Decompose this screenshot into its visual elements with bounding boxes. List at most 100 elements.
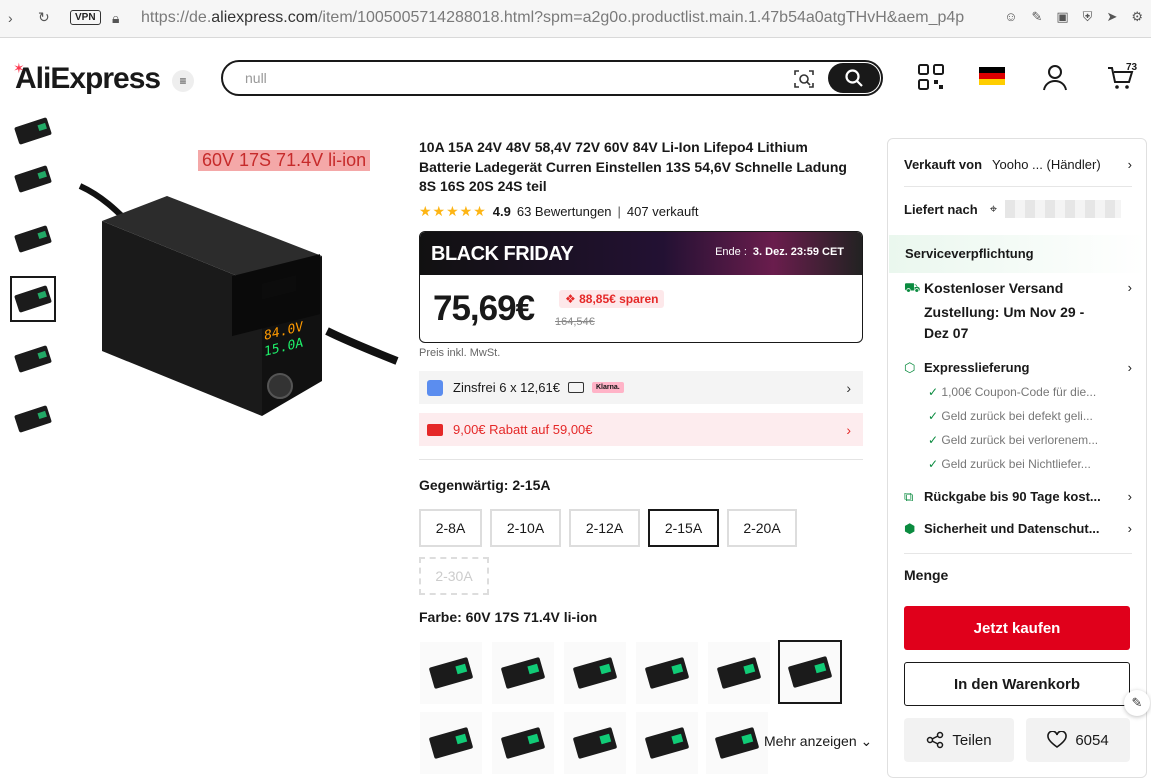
benefit-item: ✓ Geld zurück bei Nichtliefer... xyxy=(928,457,1151,471)
url-path: /item/1005005714288018.html?spm=a2g0o.pr… xyxy=(317,9,965,26)
delivery-estimate: Zustellung: Um Nov 29 - Dez 07 xyxy=(924,304,1085,341)
logo-text: AliExpress xyxy=(15,62,161,95)
divider xyxy=(904,553,1132,554)
color-option[interactable] xyxy=(492,712,554,774)
benefit-text: 1,00€ Coupon-Code für die... xyxy=(941,385,1097,399)
add-to-cart-button[interactable]: In den Warenkorb xyxy=(904,662,1130,706)
discount-text: 9,00€ Rabatt auf 59,00€ xyxy=(453,422,593,437)
chevron-right-icon: › xyxy=(1127,360,1132,375)
address-bar[interactable]: https://de.aliexpress.com/item/100500571… xyxy=(141,9,971,27)
url-domain: aliexpress.com xyxy=(211,9,318,26)
url-prefix: https://de. xyxy=(141,9,212,26)
truck-icon: ⛟ xyxy=(904,280,921,295)
product-main-image[interactable]: 84.0V 15.0A xyxy=(72,136,402,436)
klarna-logo: Klarna. xyxy=(591,382,624,393)
review-count[interactable]: 63 Bewertungen xyxy=(517,204,612,219)
card-icon xyxy=(567,382,584,393)
original-price: 164,54€ xyxy=(555,316,595,328)
ship-to-row[interactable]: Liefert nach ⌖ xyxy=(904,200,1132,218)
check-icon: ✓ xyxy=(928,409,939,423)
settings-icon[interactable]: ⚙ xyxy=(1131,9,1143,25)
size-option[interactable]: 2-20A xyxy=(727,509,797,547)
seller-row[interactable]: Verkauft von Yooho ... (Händler) › xyxy=(904,157,1132,172)
return-box-icon: ⧉ xyxy=(904,489,914,504)
address-redacted xyxy=(1005,200,1122,218)
thumbnail[interactable] xyxy=(10,117,56,145)
express-shield-icon: ⬡ xyxy=(904,360,916,375)
color-label: Farbe: 60V 17S 71.4V li-ion xyxy=(419,609,598,625)
check-icon: ✓ xyxy=(928,457,939,471)
chevron-right-icon: › xyxy=(1127,489,1132,504)
image-variant-tag: 60V 17S 71.4V li-ion xyxy=(198,150,371,171)
search-input[interactable] xyxy=(245,70,765,86)
menu-icon[interactable]: ≡ xyxy=(172,70,194,92)
color-option[interactable] xyxy=(706,712,768,774)
divider xyxy=(419,459,863,460)
chevron-down-icon: ⌄ xyxy=(860,733,873,749)
send-icon[interactable]: ➤ xyxy=(1106,9,1117,25)
emoji-icon[interactable]: ☺ xyxy=(1004,9,1017,25)
pencil-icon[interactable]: ✎ xyxy=(1124,690,1150,716)
share-label: Teilen xyxy=(952,731,992,749)
thumbnail-selected[interactable] xyxy=(10,276,56,322)
location-pin-icon: ⌖ xyxy=(989,201,998,216)
vpn-badge[interactable]: VPN xyxy=(70,10,101,25)
germany-flag-icon[interactable] xyxy=(979,67,1005,85)
size-option[interactable]: 2-12A xyxy=(569,509,640,547)
thumbnail[interactable] xyxy=(10,396,56,442)
color-option[interactable] xyxy=(564,642,626,704)
deal-timer: Ende : 3. Dez. 23:59 CET xyxy=(715,246,844,258)
aliexpress-logo[interactable]: ✶ AliExpress xyxy=(13,60,161,96)
color-option[interactable] xyxy=(564,712,626,774)
edit-icon[interactable]: ✎ xyxy=(1031,9,1042,25)
tax-note: Preis inkl. MwSt. xyxy=(419,347,501,359)
chevron-right-icon: › xyxy=(1127,521,1132,536)
deal-header: BLACK FRIDAY Ende : 3. Dez. 23:59 CET xyxy=(420,232,862,275)
size-option[interactable]: 2-8A xyxy=(419,509,482,547)
product-info: 10A 15A 24V 48V 58,4V 72V 60V 84V Li-Ion… xyxy=(419,138,863,220)
thumbnail[interactable] xyxy=(10,336,56,382)
chevron-right-icon: › xyxy=(1127,280,1132,295)
buy-now-button[interactable]: Jetzt kaufen xyxy=(904,606,1130,650)
product-thumbnails xyxy=(10,117,60,456)
site-header: ✶AliExpress ≡ 73 xyxy=(0,38,1151,120)
reload-icon[interactable]: ↻ xyxy=(38,9,50,26)
logo-star-icon: ✶ xyxy=(13,60,25,76)
forward-icon[interactable]: › xyxy=(8,10,13,26)
color-option[interactable] xyxy=(636,642,698,704)
rating-score: 4.9 xyxy=(492,203,511,219)
color-option[interactable] xyxy=(492,642,554,704)
chevron-right-icon: › xyxy=(846,421,851,438)
size-option-disabled[interactable]: 2-30A xyxy=(419,557,489,595)
color-option[interactable] xyxy=(420,642,482,704)
service-title: Serviceverpflichtung xyxy=(905,246,1034,261)
image-search-icon[interactable] xyxy=(793,68,815,90)
calendar-icon xyxy=(427,379,443,396)
size-option[interactable]: 2-10A xyxy=(490,509,561,547)
color-option-selected[interactable] xyxy=(778,640,842,704)
qr-code-icon[interactable] xyxy=(916,62,946,92)
share-button[interactable]: Teilen xyxy=(904,718,1014,762)
benefit-text: Geld zurück bei defekt geli... xyxy=(941,409,1093,423)
shield-icon[interactable]: ⛨ xyxy=(1083,9,1093,25)
account-icon[interactable] xyxy=(1040,62,1070,92)
thumbnail[interactable] xyxy=(10,156,56,202)
check-icon: ✓ xyxy=(928,433,939,447)
screenshot-icon[interactable]: ▣ xyxy=(1056,9,1068,25)
color-option[interactable] xyxy=(708,642,770,704)
installment-text: Zinsfrei 6 x 12,61€ xyxy=(453,380,560,395)
color-option[interactable] xyxy=(636,712,698,774)
color-option[interactable] xyxy=(420,712,482,774)
wishlist-button[interactable]: 6054 xyxy=(1026,718,1130,762)
cart-count-badge: 73 xyxy=(1126,62,1138,73)
deal-title: BLACK FRIDAY xyxy=(431,243,574,265)
discount-row[interactable]: 9,00€ Rabatt auf 59,00€ › xyxy=(419,413,863,446)
black-friday-deal: BLACK FRIDAY Ende : 3. Dez. 23:59 CET 75,… xyxy=(419,231,863,343)
size-option-selected[interactable]: 2-15A xyxy=(648,509,719,547)
installment-row[interactable]: Zinsfrei 6 x 12,61€ Klarna. › xyxy=(419,371,863,404)
search-button[interactable] xyxy=(828,63,880,93)
purchase-panel: Verkauft von Yooho ... (Händler) › Liefe… xyxy=(887,138,1147,778)
security-text: Sicherheit und Datenschut... xyxy=(924,521,1100,536)
show-more-link[interactable]: Mehr anzeigen ⌄ xyxy=(764,733,872,750)
thumbnail[interactable] xyxy=(10,216,56,262)
